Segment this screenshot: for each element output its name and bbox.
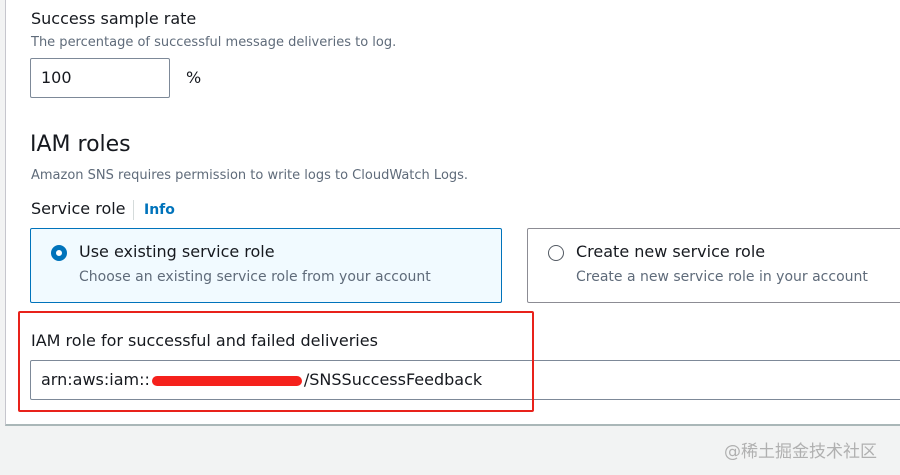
success-sample-rate-label: Success sample rate xyxy=(31,9,197,28)
create-new-role-tile[interactable]: Create new service role Create a new ser… xyxy=(527,228,900,303)
option-title: Create new service role xyxy=(576,242,766,261)
radio-selected-icon[interactable] xyxy=(51,245,67,261)
iam-roles-heading: IAM roles xyxy=(30,132,131,157)
success-sample-rate-description: The percentage of successful message del… xyxy=(31,35,397,50)
service-role-label: Service role xyxy=(31,199,126,218)
option-description: Choose an existing service role from you… xyxy=(79,269,431,285)
use-existing-role-tile[interactable]: Use existing service role Choose an exis… xyxy=(30,228,502,303)
percent-unit: % xyxy=(186,68,202,87)
info-link[interactable]: Info xyxy=(144,202,175,218)
success-sample-rate-input[interactable]: 100 xyxy=(30,58,170,98)
option-description: Create a new service role in your accoun… xyxy=(576,269,868,285)
divider xyxy=(133,200,134,220)
radio-unselected-icon[interactable] xyxy=(548,245,564,261)
watermark: @稀土掘金技术社区 xyxy=(724,442,877,462)
highlight-annotation-box xyxy=(18,311,534,412)
success-sample-rate-value: 100 xyxy=(41,68,72,87)
option-title: Use existing service role xyxy=(79,242,275,261)
iam-roles-description: Amazon SNS requires permission to write … xyxy=(31,168,469,183)
